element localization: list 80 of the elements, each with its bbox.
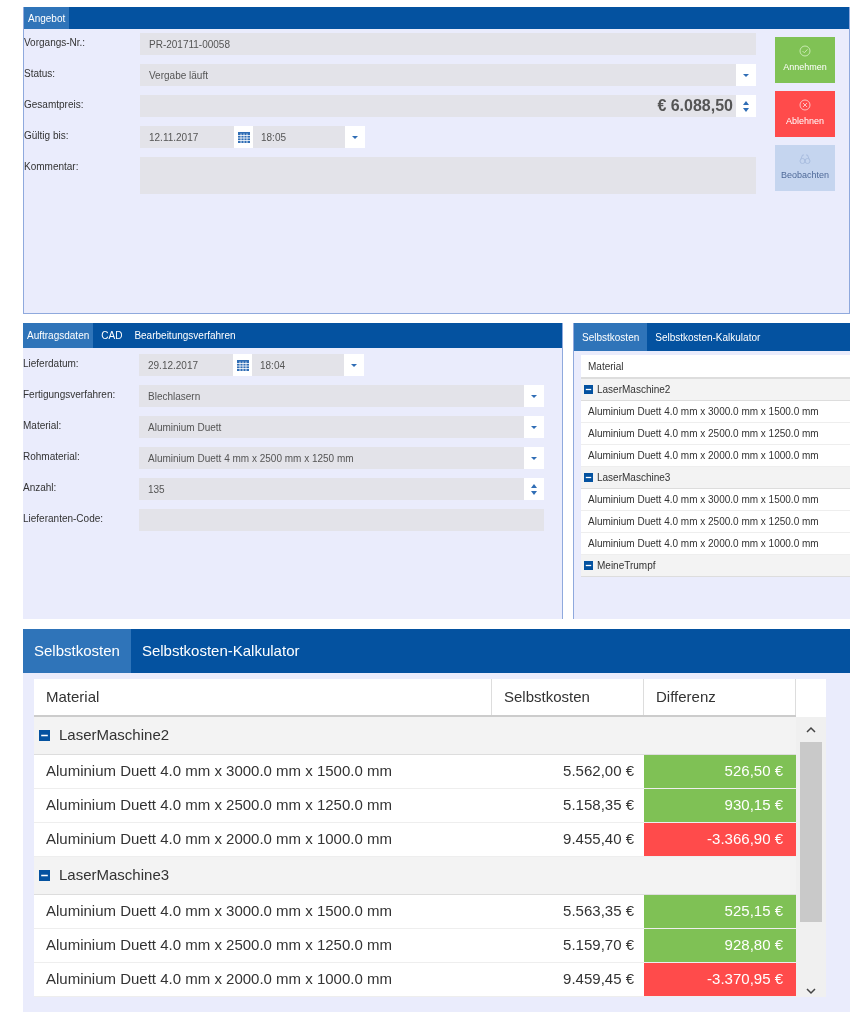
date-picker-button[interactable] [234,126,253,148]
tab[interactable]: CAD [97,323,127,348]
column-header[interactable]: Material [34,679,492,715]
date-field[interactable]: 12.11.2017 [140,126,234,148]
table-cell: Aluminium Duett 4.0 mm x 2000.0 mm x 1000.0 mm [581,445,850,467]
table-cell-text: 5.563,35 € [562,901,635,922]
group-name: MeineTrumpf [597,559,656,573]
spinner-icon[interactable] [529,482,539,496]
input-field[interactable]: PR-201711-00058 [140,33,756,55]
table-cell: Aluminium Duett 4.0 mm x 2500.0 mm x 1250.0 mm [581,423,850,445]
field-label: Lieferdatum: [23,357,80,371]
tab[interactable]: Selbstkosten-Kalkulator [130,629,311,673]
table-cell: -3.370,95 € [644,963,796,996]
table-cell: Aluminium Duett 4.0 mm x 2000.0 mm x 1000.0 mm [581,533,850,555]
table-cell-text: 9.459,45 € [562,969,635,990]
x-circle-icon [799,99,811,112]
tab[interactable]: Selbstkosten [23,629,131,673]
column-header[interactable]: Selbstkosten [492,679,644,715]
time-field[interactable]: 18:05 [253,126,345,148]
tab[interactable]: Bearbeitungsverfahren [130,323,240,348]
dropdown-field[interactable]: Aluminium Duett 4 mm x 2500 mm x 1250 mm [139,447,544,469]
table-cell-text: Aluminium Duett 4.0 mm x 3000.0 mm x 1500.0 mm [45,761,393,782]
table-cell: 525,15 € [644,895,796,928]
table-cell-text: Aluminium Duett 4.0 mm x 2000.0 mm x 1000.0 mm [45,829,393,850]
group-name: LaserMaschine3 [59,865,170,886]
collapse-icon[interactable] [584,473,593,482]
dropdown-field[interactable]: Aluminium Duett [139,416,544,438]
tab[interactable]: Selbstkosten-Kalkulator [647,323,769,351]
dropdown-field[interactable]: Blechlasern [139,385,544,407]
number-field[interactable]: 135 [139,478,544,500]
collapse-icon[interactable] [39,730,50,741]
field-label: Gültig bis: [24,129,70,143]
time-field[interactable]: 18:04 [252,354,344,376]
table-cell-text: Aluminium Duett 4.0 mm x 2000.0 mm x 1000.0 mm [45,969,393,990]
field-label: Status: [24,67,57,81]
collapse-icon[interactable] [584,385,593,394]
date-picker-button[interactable] [233,354,252,376]
table-cell: 928,80 € [644,929,796,962]
table-cell-text: Aluminium Duett 4.0 mm x 3000.0 mm x 1500.0 mm [45,901,393,922]
table-cell-text: Aluminium Duett 4.0 mm x 2500.0 mm x 1250.0 mm [45,795,393,816]
field-label: Material: [23,419,63,433]
group-name: LaserMaschine3 [597,471,671,485]
field-label: Fertigungsverfahren: [23,388,117,402]
tab[interactable]: Angebot [24,7,70,29]
table-cell: Aluminium Duett 4.0 mm x 3000.0 mm x 1500.0 mm [581,489,850,511]
collapse-icon[interactable] [584,561,593,570]
table-cell-text: 9.455,40 € [562,829,635,850]
field-label: Gesamtpreis: [24,98,85,112]
scrollbar-thumb[interactable] [800,742,822,922]
field-label: Rohmaterial: [23,450,81,464]
tab[interactable]: Selbstkosten [574,323,648,351]
spinner-icon[interactable] [741,99,751,113]
table-cell: Aluminium Duett 4.0 mm x 3000.0 mm x 1500.0 mm [581,401,850,423]
reject-button[interactable]: Ablehnen [775,91,835,137]
check-circle-icon [799,45,811,58]
tab[interactable]: Auftragsdaten [23,323,94,348]
column-header[interactable]: Material [581,355,850,379]
field-label: Kommentar: [24,160,80,174]
table-cell: 526,50 € [644,755,796,788]
table-cell-text: 5.159,70 € [562,935,635,956]
calendar-icon [236,359,249,371]
table-cell-text: Aluminium Duett 4.0 mm x 2500.0 mm x 1250.0 mm [45,935,393,956]
group-name: LaserMaschine2 [59,725,170,746]
table-cell-text: 5.158,35 € [562,795,635,816]
field-label: Vorgangs-Nr.: [24,36,87,50]
table-cell: -3.366,90 € [644,823,796,856]
date-field[interactable]: 29.12.2017 [139,354,233,376]
scroll-down-icon[interactable] [806,988,816,995]
binoculars-icon [799,153,811,166]
field-label: Lieferanten-Code: [23,512,105,526]
group-name: LaserMaschine2 [597,383,671,397]
table-cell: 930,15 € [644,789,796,822]
scroll-up-icon[interactable] [806,726,816,733]
number-field[interactable]: € 6.088,50 [140,95,756,117]
table-cell-text: 5.562,00 € [562,761,635,782]
calendar-icon [237,131,250,143]
collapse-icon[interactable] [39,870,50,881]
field-label: Anzahl: [23,481,58,495]
dropdown-field[interactable]: Vergabe läuft [140,64,756,86]
table-cell: Aluminium Duett 4.0 mm x 2500.0 mm x 1250.0 mm [581,511,850,533]
